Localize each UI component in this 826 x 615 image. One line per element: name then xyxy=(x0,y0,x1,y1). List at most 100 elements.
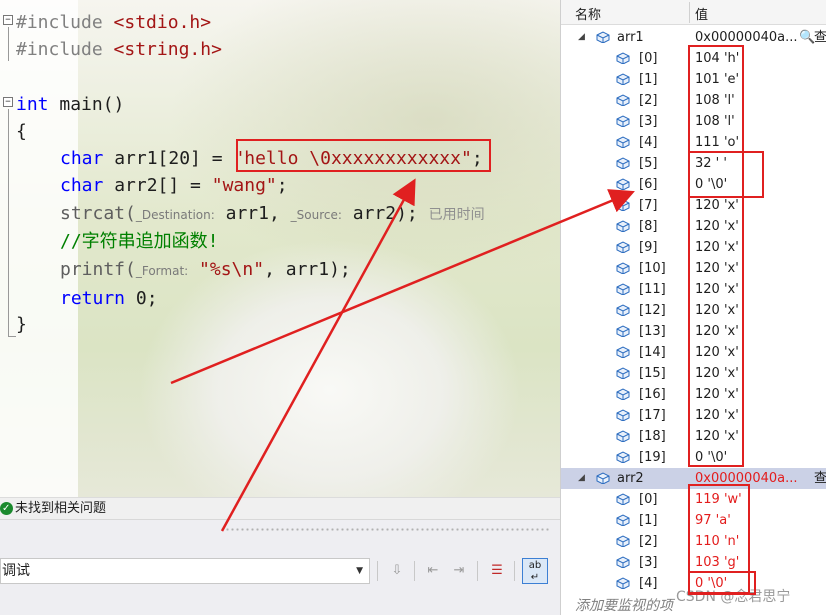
include-header: <string.h> xyxy=(113,39,222,60)
output-source-select[interactable]: 调试 ▼ xyxy=(0,558,370,584)
element-index: [15] xyxy=(639,366,666,381)
variable-object-icon xyxy=(616,73,630,85)
function-signature: main() xyxy=(48,94,125,115)
search-icon[interactable]: 🔍 xyxy=(799,27,815,48)
column-divider[interactable] xyxy=(689,2,690,23)
code-comment: //字符串追加函数! xyxy=(60,231,219,252)
code-line-4[interactable]: { xyxy=(16,118,27,145)
add-watch-item[interactable]: 添加要监视的项 xyxy=(575,595,673,615)
variable-object-icon xyxy=(616,262,630,274)
element-index: [13] xyxy=(639,324,666,339)
annotation-box-initializer xyxy=(236,139,491,172)
element-index: [17] xyxy=(639,408,666,423)
find-message-icon[interactable]: ⇩ xyxy=(384,558,410,584)
annotation-box-arr1-values xyxy=(688,45,744,467)
clear-all-icon[interactable]: ☰ xyxy=(484,558,510,584)
code-editor[interactable]: − − #include <stdio.h> #include <string.… xyxy=(0,0,560,497)
element-index: [14] xyxy=(639,345,666,360)
value-column-header[interactable]: 值 xyxy=(695,4,708,23)
variable-object-icon xyxy=(596,31,610,43)
include-header: <stdio.h> xyxy=(113,12,212,33)
issues-status-bar: 未找到相关问题 xyxy=(0,497,560,519)
element-index: [0] xyxy=(639,51,658,66)
include-directive: #include xyxy=(16,12,103,33)
element-index: [1] xyxy=(639,72,658,87)
watch-header: 名称 值 xyxy=(561,0,826,25)
variable-object-icon xyxy=(616,493,630,505)
variable-object-icon xyxy=(616,304,630,316)
include-directive: #include xyxy=(16,39,103,60)
collapse-arrow-icon[interactable]: ◢ xyxy=(578,27,585,48)
word-wrap-icon[interactable]: ab ↵ xyxy=(522,558,548,584)
name-column-header[interactable]: 名称 xyxy=(575,4,601,23)
element-index: [10] xyxy=(639,261,666,276)
variable-object-icon xyxy=(616,283,630,295)
toolbar-separator xyxy=(377,561,378,581)
annotation-box-arr2-terminator xyxy=(688,571,756,595)
output-toolbar: 调试 ▼ ⇩ ⇤ ⇥ ☰ ab ↵ xyxy=(0,554,560,615)
declaration: arr1[20] = xyxy=(103,148,234,169)
element-index: [9] xyxy=(639,240,658,255)
include-fold-line xyxy=(8,27,9,61)
element-index: [1] xyxy=(639,513,658,528)
code-line-8[interactable]: //字符串追加函数! xyxy=(60,228,219,255)
chevron-down-icon[interactable]: ▼ xyxy=(356,559,363,583)
code-line-3[interactable]: int main() xyxy=(16,91,124,118)
panel-splitter[interactable] xyxy=(0,519,560,554)
argument: , arr1); xyxy=(264,259,351,280)
collapse-main-icon[interactable]: − xyxy=(3,97,13,107)
format-string: "%s\n" xyxy=(199,259,265,280)
element-index: [4] xyxy=(639,576,658,591)
main-fold-end xyxy=(8,336,16,337)
declaration: arr2[] = xyxy=(103,175,212,196)
code-line-7[interactable]: strcat(_Destination: arr1, _Source: arr2… xyxy=(60,200,485,227)
variable-object-icon xyxy=(616,199,630,211)
collapse-include-icon[interactable]: − xyxy=(3,15,13,25)
variable-object-icon xyxy=(616,430,630,442)
main-fold-line xyxy=(8,109,9,337)
variable-object-icon xyxy=(616,220,630,232)
code-line-2[interactable]: #include <string.h> xyxy=(16,36,222,63)
variable-object-icon xyxy=(616,178,630,190)
code-line-10[interactable]: return 0; xyxy=(60,285,158,312)
variable-object-icon xyxy=(616,325,630,337)
code-line-9[interactable]: printf(_Format: "%s\n", arr1); xyxy=(60,256,351,283)
check-circle-icon xyxy=(0,498,13,519)
code-line-11[interactable]: } xyxy=(16,311,27,338)
element-index: [16] xyxy=(639,387,666,402)
element-index: [3] xyxy=(639,114,658,129)
return-value: 0; xyxy=(125,288,158,309)
variable-object-icon xyxy=(596,472,610,484)
variable-object-icon xyxy=(616,556,630,568)
code-line-6[interactable]: char arr2[] = "wang"; xyxy=(60,172,288,199)
argument: arr1, xyxy=(214,203,291,224)
function-call: strcat( xyxy=(60,203,136,224)
variable-object-icon xyxy=(616,115,630,127)
element-index: [19] xyxy=(639,450,666,465)
function-call: printf( xyxy=(60,259,136,280)
output-source-value: 调试 xyxy=(2,563,30,579)
previous-message-icon[interactable]: ⇤ xyxy=(420,558,446,584)
semicolon: ; xyxy=(276,175,288,196)
element-index: [2] xyxy=(639,93,658,108)
annotation-box-arr1-terminator xyxy=(688,151,764,198)
watch-variable-name: arr1 xyxy=(617,30,644,45)
element-index: [5] xyxy=(639,156,658,171)
view-button[interactable]: 查 xyxy=(814,468,826,489)
view-button[interactable]: 查 xyxy=(814,27,826,48)
variable-object-icon xyxy=(616,52,630,64)
toolbar-separator xyxy=(477,561,478,581)
variable-object-icon xyxy=(616,241,630,253)
next-message-icon[interactable]: ⇥ xyxy=(446,558,472,584)
element-index: [8] xyxy=(639,219,658,234)
variable-object-icon xyxy=(616,451,630,463)
toolbar-separator xyxy=(514,561,515,581)
element-index: [12] xyxy=(639,303,666,318)
collapse-arrow-icon[interactable]: ◢ xyxy=(578,468,585,489)
element-index: [4] xyxy=(639,135,658,150)
variable-object-icon xyxy=(616,388,630,400)
variable-object-icon xyxy=(616,514,630,526)
variable-object-icon xyxy=(616,367,630,379)
code-line-1[interactable]: #include <stdio.h> xyxy=(16,9,211,36)
watch-variable-name: arr2 xyxy=(617,471,644,486)
